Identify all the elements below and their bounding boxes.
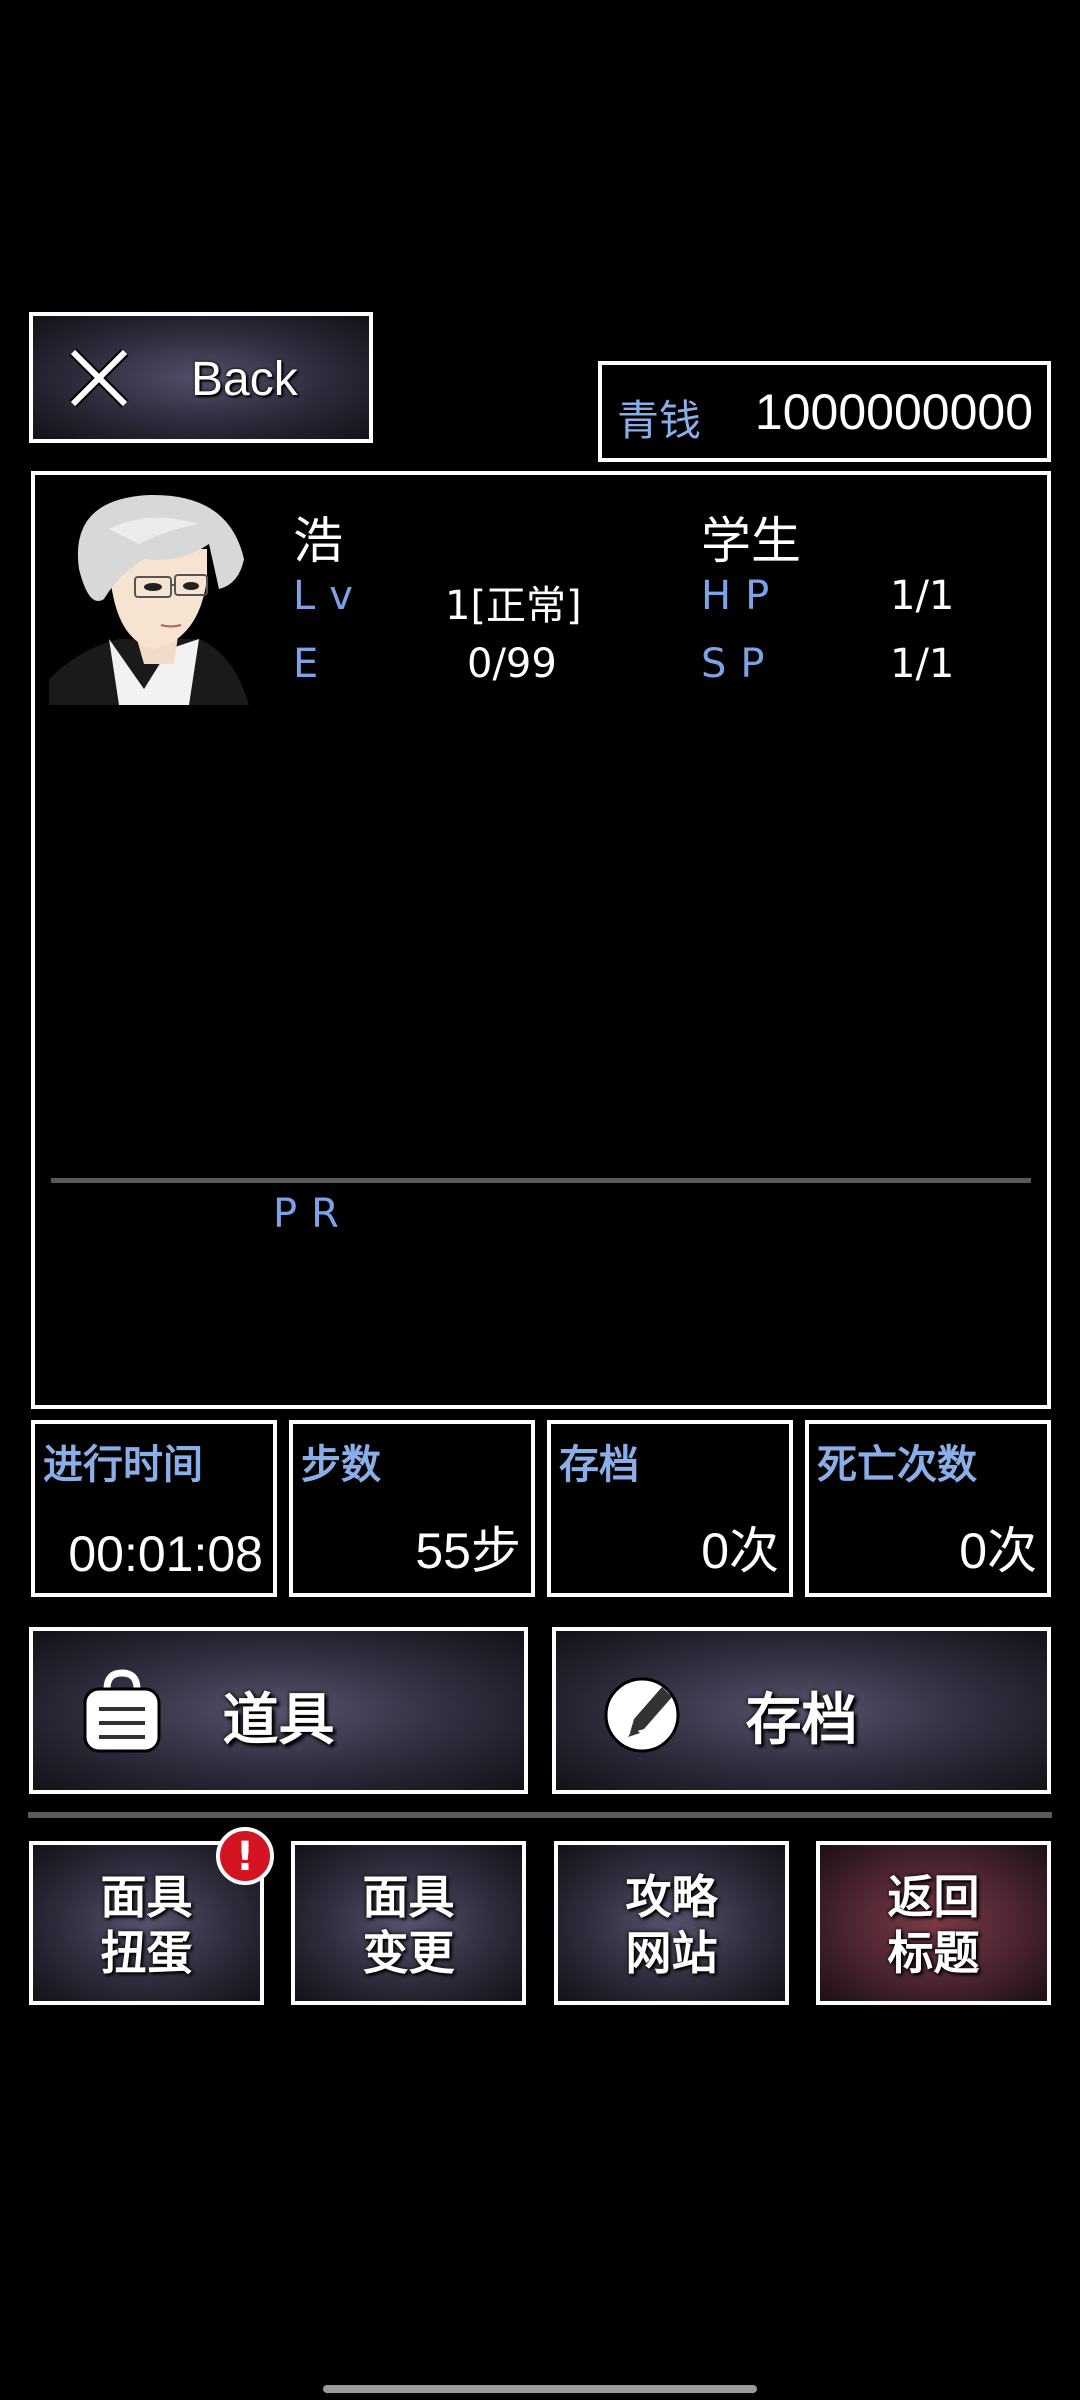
- items-button[interactable]: 道具: [29, 1627, 528, 1794]
- lv-label: Lv: [293, 573, 367, 619]
- lv-value: 1[正常]: [445, 583, 582, 629]
- money-display: 青钱 1000000000: [598, 361, 1051, 462]
- hp-label: HP: [701, 573, 784, 619]
- save-count-value: 0次: [701, 1523, 779, 1579]
- mask-gacha-label: 面具 扭蛋: [100, 1870, 193, 1980]
- guide-site-button[interactable]: 攻略 网站: [554, 1841, 789, 2005]
- section-divider: [28, 1812, 1052, 1818]
- save-label: 存档: [745, 1688, 858, 1753]
- sp-value: 1/1: [890, 641, 955, 687]
- death-count-box: 死亡次数 0次: [805, 1420, 1051, 1597]
- e-value: 0/99: [467, 641, 557, 687]
- death-count-title: 死亡次数: [817, 1442, 977, 1488]
- steps-box: 步数 55步: [289, 1420, 535, 1597]
- save-count-title: 存档: [559, 1442, 639, 1488]
- return-title-button[interactable]: 返回 标题: [816, 1841, 1051, 2005]
- e-label: E: [293, 641, 333, 687]
- mask-change-button[interactable]: 面具 变更: [291, 1841, 526, 2005]
- back-label: Back: [191, 353, 298, 406]
- pr-label: PR: [273, 1191, 353, 1237]
- character-name: 浩: [293, 512, 343, 570]
- play-time-value: 00:01:08: [68, 1526, 263, 1582]
- character-portrait: [49, 489, 261, 705]
- save-button[interactable]: 存档: [552, 1627, 1051, 1794]
- play-time-title: 进行时间: [43, 1442, 203, 1488]
- home-indicator[interactable]: [323, 2385, 757, 2393]
- panel-divider: [51, 1178, 1031, 1183]
- steps-title: 步数: [301, 1442, 381, 1488]
- mask-change-label: 面具 变更: [362, 1870, 455, 1980]
- hp-value: 1/1: [890, 573, 955, 619]
- money-label: 青钱: [617, 396, 702, 445]
- death-count-value: 0次: [959, 1523, 1037, 1579]
- return-title-label: 返回 标题: [887, 1870, 980, 1980]
- sp-label: SP: [701, 641, 779, 687]
- alert-icon: !: [216, 1827, 274, 1885]
- close-icon: [69, 348, 129, 408]
- play-time-box: 进行时间 00:01:08: [31, 1420, 277, 1597]
- steps-value: 55步: [415, 1523, 521, 1579]
- character-job: 学生: [701, 512, 801, 570]
- guide-site-label: 攻略 网站: [625, 1870, 718, 1980]
- status-panel: 浩 学生 Lv 1[正常] HP 1/1 E 0/99 SP 1/1 PR: [31, 471, 1051, 1409]
- back-button[interactable]: Back: [29, 312, 373, 443]
- money-value: 1000000000: [754, 384, 1033, 440]
- items-label: 道具: [222, 1688, 335, 1753]
- save-count-box: 存档 0次: [547, 1420, 793, 1597]
